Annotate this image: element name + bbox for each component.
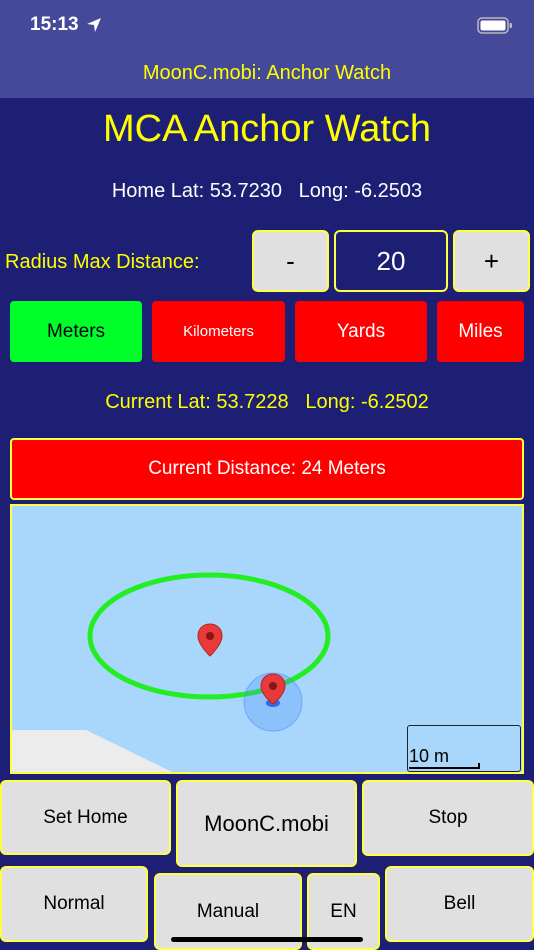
nav-title: MoonC.mobi: Anchor Watch — [142, 62, 392, 84]
home-long-value: -6.2503 — [354, 180, 423, 202]
location-arrow-icon — [87, 18, 101, 32]
radius-label: Radius Max Distance: — [5, 251, 200, 273]
current-coordinates: Current Lat: 53.7228 Long: -6.2502 — [0, 391, 534, 414]
unit-meters-button[interactable]: Meters — [10, 301, 142, 362]
status-bar — [0, 0, 534, 52]
normal-mode-button[interactable]: Normal — [0, 866, 148, 942]
current-lat-label: Current Lat: — [105, 391, 211, 413]
map-scale-tick — [478, 763, 480, 769]
status-time: 15:13 — [30, 14, 79, 35]
radius-decrease-button[interactable]: - — [252, 230, 329, 292]
home-long-label: Long: — [298, 180, 349, 202]
unit-kilometers-button[interactable]: Kilometers — [152, 301, 285, 362]
current-distance-banner: Current Distance: 24 Meters — [10, 438, 524, 500]
home-lat-value: 53.7230 — [209, 180, 282, 202]
map-scale-box: 10 m — [407, 725, 521, 772]
current-long-value: -6.2502 — [360, 391, 429, 413]
home-lat-label: Home Lat: — [111, 180, 205, 202]
battery-icon — [477, 17, 512, 34]
stop-button[interactable]: Stop — [362, 780, 534, 856]
home-coordinates: Home Lat: 53.7230 Long: -6.2503 — [0, 180, 534, 203]
home-pin-icon[interactable] — [197, 623, 223, 657]
current-lat-value: 53.7228 — [216, 391, 289, 413]
moonc-mobi-button[interactable]: MoonC.mobi — [176, 780, 357, 867]
map-scale-bar — [409, 767, 479, 769]
current-long-label: Long: — [305, 391, 356, 413]
radius-value-field[interactable]: 20 — [334, 230, 448, 292]
land-area — [12, 730, 172, 772]
radius-increase-button[interactable]: + — [453, 230, 530, 292]
map-view[interactable]: 10 m — [10, 504, 524, 774]
page-title: MCA Anchor Watch — [102, 108, 432, 150]
bell-button[interactable]: Bell — [385, 866, 534, 942]
unit-yards-button[interactable]: Yards — [295, 301, 427, 362]
map-scale-label: 10 m — [409, 746, 450, 766]
set-home-button[interactable]: Set Home — [0, 780, 171, 855]
unit-miles-button[interactable]: Miles — [437, 301, 524, 362]
home-indicator — [171, 937, 363, 942]
